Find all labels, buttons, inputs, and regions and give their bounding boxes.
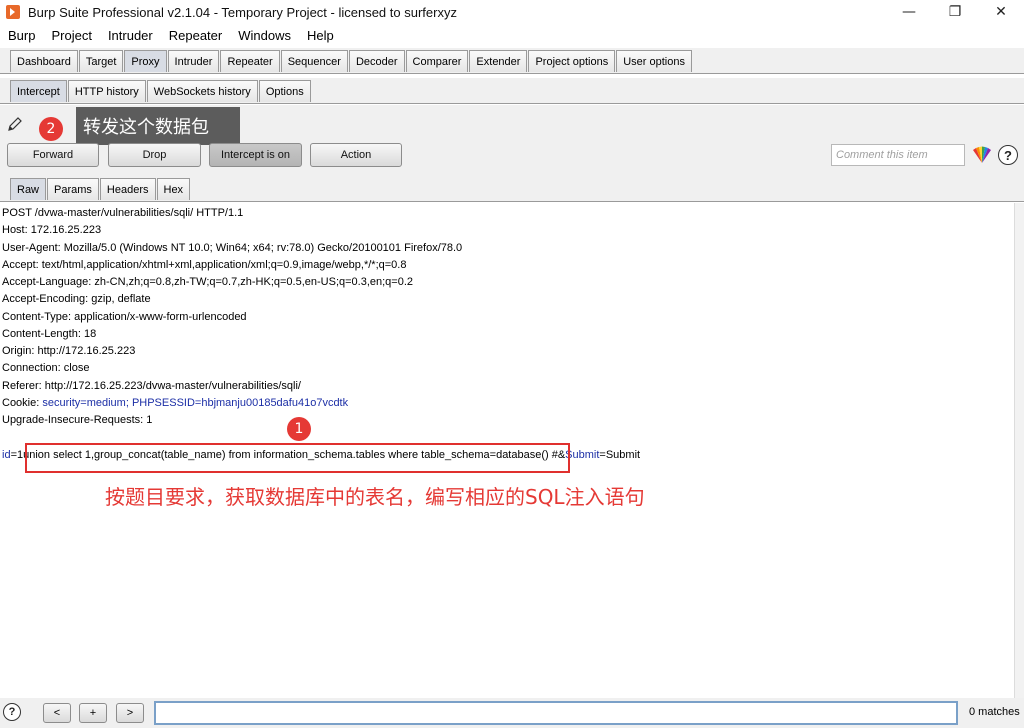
instruction-annotation: 按题目要求，获取数据库中的表名，编写相应的SQL注入语句 bbox=[105, 485, 645, 509]
editor-scrollbar[interactable] bbox=[1014, 203, 1024, 698]
next-match-button[interactable]: > bbox=[116, 703, 144, 723]
header-cookie: Cookie: security=medium; PHPSESSID=hbjma… bbox=[2, 396, 348, 410]
tab-target[interactable]: Target bbox=[78, 50, 124, 72]
maximize-button[interactable]: ❐ bbox=[932, 0, 978, 24]
menu-intruder[interactable]: Intruder bbox=[100, 28, 161, 43]
header-accept: Accept: text/html,application/xhtml+xml,… bbox=[2, 259, 407, 271]
tab-intercept[interactable]: Intercept bbox=[10, 80, 67, 102]
window-title: Burp Suite Professional v2.1.04 - Tempor… bbox=[28, 4, 457, 20]
header-accept-language: Accept-Language: zh-CN,zh;q=0.8,zh-TW;q=… bbox=[2, 276, 414, 288]
search-help-icon[interactable]: ? bbox=[3, 703, 21, 721]
highlight-color-icon[interactable] bbox=[972, 146, 992, 164]
tab-options[interactable]: Options bbox=[258, 80, 311, 102]
add-button[interactable]: + bbox=[79, 703, 107, 723]
intercept-toggle-button[interactable]: Intercept is on bbox=[209, 143, 302, 167]
menu-help[interactable]: Help bbox=[299, 28, 342, 43]
tab-extender[interactable]: Extender bbox=[469, 50, 528, 72]
tab-sequencer[interactable]: Sequencer bbox=[280, 50, 348, 72]
header-content-length: Content-Length: 18 bbox=[2, 328, 97, 340]
menu-bar: Burp Project Intruder Repeater Windows H… bbox=[0, 24, 1024, 46]
tab-proxy[interactable]: Proxy bbox=[124, 50, 167, 72]
edit-pencil-icon[interactable] bbox=[6, 115, 24, 133]
tab-project-options[interactable]: Project options bbox=[528, 50, 616, 72]
param-submit-key: Submit bbox=[565, 449, 600, 461]
forward-callout: 转发这个数据包 bbox=[76, 107, 240, 145]
header-upgrade-insecure: Upgrade-Insecure-Requests: 1 bbox=[2, 414, 153, 426]
tab-hex[interactable]: Hex bbox=[156, 178, 191, 200]
header-connection: Connection: close bbox=[2, 362, 90, 374]
header-origin: Origin: http://172.16.25.223 bbox=[2, 345, 136, 357]
comment-input[interactable]: Comment this item bbox=[831, 144, 965, 166]
cookie-key-phpsessid: PHPSESSID bbox=[131, 397, 195, 409]
cookie-label: Cookie: bbox=[2, 397, 43, 409]
message-editor-tabs: Raw Params Headers Hex bbox=[0, 177, 1024, 202]
cookie-key-security: security bbox=[42, 397, 81, 409]
title-bar: Burp Suite Professional v2.1.04 - Tempor… bbox=[0, 0, 1024, 24]
header-content-type: Content-Type: application/x-www-form-url… bbox=[2, 311, 247, 323]
match-count: 0 matches bbox=[969, 706, 1020, 718]
menu-windows[interactable]: Windows bbox=[230, 28, 299, 43]
cookie-value-security: =medium; bbox=[80, 397, 132, 409]
param-id-value: =1 bbox=[10, 449, 24, 461]
menu-project[interactable]: Project bbox=[43, 28, 99, 43]
header-host: Host: 172.16.25.223 bbox=[2, 224, 102, 236]
tab-intruder[interactable]: Intruder bbox=[167, 50, 220, 72]
param-submit-value: =Submit bbox=[599, 449, 641, 461]
menu-burp[interactable]: Burp bbox=[0, 28, 43, 43]
tab-websockets-history[interactable]: WebSockets history bbox=[146, 80, 258, 102]
tab-raw[interactable]: Raw bbox=[10, 178, 47, 200]
minimize-button[interactable]: — bbox=[886, 0, 932, 24]
main-tab-strip: Dashboard Target Proxy Intruder Repeater… bbox=[0, 48, 1024, 74]
request-editor[interactable]: POST /dvwa-master/vulnerabilities/sqli/ … bbox=[0, 203, 1024, 698]
window-controls: — ❐ ✕ bbox=[886, 0, 1024, 24]
step-badge-1: 1 bbox=[287, 417, 311, 441]
header-accept-encoding: Accept-Encoding: gzip, deflate bbox=[2, 293, 151, 305]
tab-dashboard[interactable]: Dashboard bbox=[10, 50, 78, 72]
tab-decoder[interactable]: Decoder bbox=[348, 50, 405, 72]
payload-highlight-box bbox=[25, 443, 570, 473]
tab-comparer[interactable]: Comparer bbox=[405, 50, 469, 72]
request-line: POST /dvwa-master/vulnerabilities/sqli/ … bbox=[2, 207, 244, 219]
menu-repeater[interactable]: Repeater bbox=[161, 28, 230, 43]
tab-repeater[interactable]: Repeater bbox=[220, 50, 280, 72]
close-button[interactable]: ✕ bbox=[978, 0, 1024, 24]
tab-http-history[interactable]: HTTP history bbox=[67, 80, 146, 102]
help-icon[interactable]: ? bbox=[998, 145, 1018, 165]
previous-match-button[interactable]: < bbox=[43, 703, 71, 723]
cookie-value-phpsessid: =hbjmanju00185dafu41o7vcdtk bbox=[194, 397, 349, 409]
header-user-agent: User-Agent: Mozilla/5.0 (Windows NT 10.0… bbox=[2, 242, 463, 254]
tab-params[interactable]: Params bbox=[47, 178, 99, 200]
tab-user-options[interactable]: User options bbox=[616, 50, 692, 72]
drop-button[interactable]: Drop bbox=[108, 143, 201, 167]
forward-button[interactable]: Forward bbox=[7, 143, 99, 167]
burp-logo-icon bbox=[6, 5, 20, 19]
param-id-key: id bbox=[2, 449, 11, 461]
proxy-sub-tab-strip: Intercept HTTP history WebSockets histor… bbox=[0, 78, 1024, 104]
step-badge-2: 2 bbox=[39, 117, 63, 141]
search-input[interactable] bbox=[154, 701, 958, 725]
header-referer: Referer: http://172.16.25.223/dvwa-maste… bbox=[2, 380, 301, 392]
intercept-toolbar: 2 转发这个数据包 Forward Drop Intercept is on A… bbox=[0, 105, 1024, 177]
tab-headers[interactable]: Headers bbox=[99, 178, 156, 200]
search-bar: ? < + > 0 matches bbox=[0, 698, 1024, 728]
action-button[interactable]: Action bbox=[310, 143, 402, 167]
